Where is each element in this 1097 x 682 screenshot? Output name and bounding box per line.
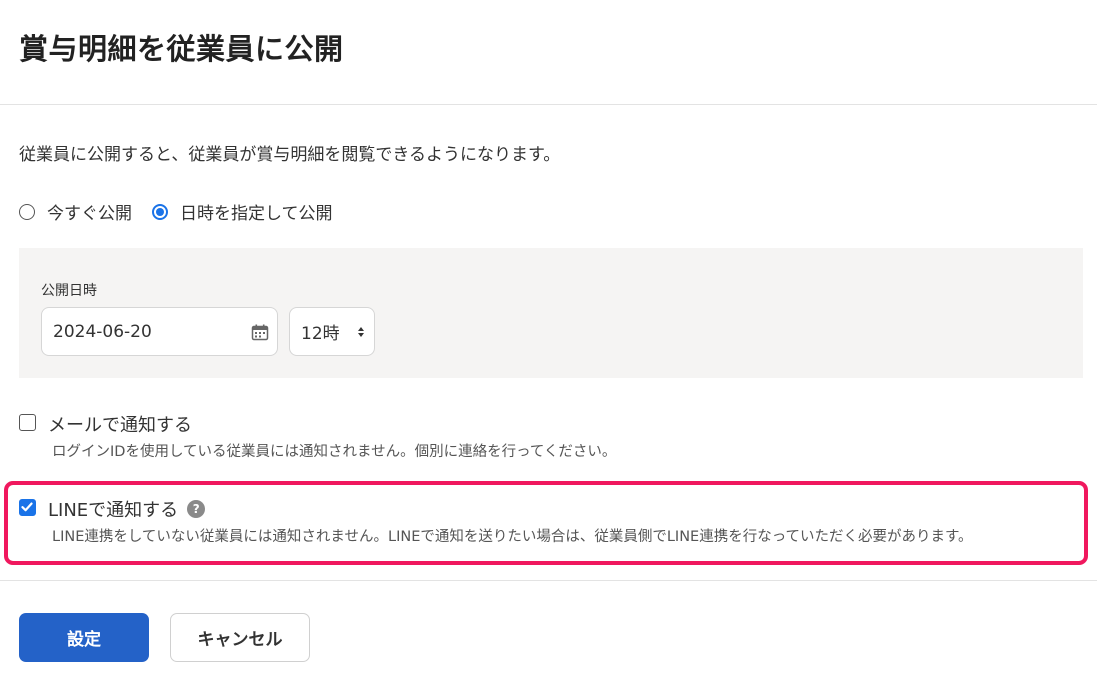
submit-button[interactable]: 設定 bbox=[19, 613, 149, 662]
footer-divider bbox=[0, 580, 1097, 581]
updown-chevron-icon bbox=[358, 327, 364, 337]
highlight-annotation-box bbox=[4, 481, 1088, 565]
checkmark-icon bbox=[21, 502, 33, 512]
line-notify-label: LINEで通知する bbox=[48, 500, 179, 521]
radio-button-publish-now[interactable] bbox=[19, 203, 35, 220]
schedule-panel: 公開日時 2024-06-20 12時 bbox=[19, 248, 1083, 378]
line-notify-note: LINE連携をしていない従業員には通知されません。LINEで通知を送りたい場合は… bbox=[52, 529, 973, 545]
publish-date-value: 2024-06-20 bbox=[53, 321, 152, 342]
publish-datetime-label: 公開日時 bbox=[41, 283, 97, 299]
radio-button-scheduled[interactable] bbox=[152, 203, 168, 220]
dialog-title: 賞与明細を従業員に公開 bbox=[19, 32, 344, 66]
calendar-icon[interactable] bbox=[251, 324, 269, 341]
cancel-button[interactable]: キャンセル bbox=[170, 613, 310, 662]
header-divider bbox=[0, 104, 1097, 105]
line-notify-row[interactable]: LINEで通知する ? bbox=[19, 496, 206, 522]
publish-hour-value: 12時 bbox=[301, 324, 340, 344]
email-notify-note: ログインIDを使用している従業員には通知されません。個別に連絡を行ってください。 bbox=[52, 444, 617, 460]
radio-label-publish-now: 今すぐ公開 bbox=[47, 204, 132, 224]
email-notify-row[interactable]: メールで通知する bbox=[19, 411, 192, 437]
radio-label-scheduled: 日時を指定して公開 bbox=[180, 204, 333, 224]
dialog-description: 従業員に公開すると、従業員が賞与明細を閲覧できるようになります。 bbox=[19, 145, 561, 165]
line-notify-title: LINEで通知する ? bbox=[48, 496, 206, 522]
publish-hour-select[interactable]: 12時 bbox=[289, 307, 375, 356]
radio-option-scheduled[interactable]: 日時を指定して公開 bbox=[152, 199, 333, 224]
question-circle-icon[interactable]: ? bbox=[187, 500, 206, 518]
radio-option-publish-now[interactable]: 今すぐ公開 bbox=[19, 199, 132, 224]
publish-mode-radio-group: 今すぐ公開 日時を指定して公開 bbox=[19, 199, 353, 224]
line-notify-checkbox[interactable] bbox=[19, 499, 36, 516]
email-notify-checkbox[interactable] bbox=[19, 414, 36, 431]
email-notify-label: メールで通知する bbox=[48, 415, 192, 436]
publish-bonus-dialog: 賞与明細を従業員に公開 従業員に公開すると、従業員が賞与明細を閲覧できるようにな… bbox=[0, 0, 1097, 682]
publish-date-input[interactable]: 2024-06-20 bbox=[41, 307, 278, 356]
